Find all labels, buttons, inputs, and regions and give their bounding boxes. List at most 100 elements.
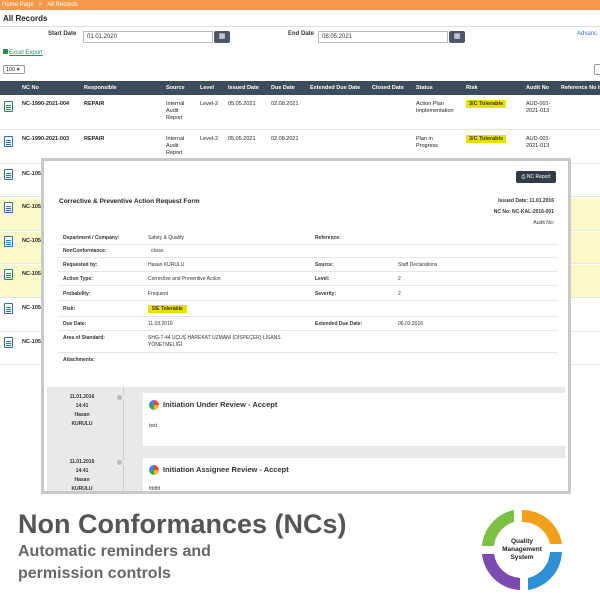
timeline-heading: Initiation Under Review - Accept — [163, 400, 278, 409]
form-row: Action Type: Corrective and Preventive A… — [58, 273, 558, 286]
end-date-label: End Date — [288, 31, 315, 37]
col-audit[interactable]: Audit No — [526, 81, 549, 95]
col-risk[interactable]: Risk — [466, 81, 478, 95]
timeline-heading: Initiation Assignee Review - Accept — [163, 465, 289, 474]
form-row: Probability: Frequent Severity: 2 — [58, 288, 558, 301]
issued-date: 05.05.2021 — [228, 101, 256, 107]
col-reference[interactable]: Reference No In — [561, 81, 600, 95]
logo-text-system: System — [510, 554, 533, 561]
timeline-dot — [115, 458, 124, 467]
breadcrumb: Home Page > All Records — [0, 0, 600, 10]
form-row: Requested by: Hasan KURULU Source: Staff… — [58, 259, 558, 272]
nc-no[interactable]: NC-105 — [22, 339, 41, 346]
field-value: 11.03.2016 — [148, 321, 173, 327]
printer-icon: ⎙ — [521, 174, 526, 180]
table-row[interactable]: NC-1990-2021-004 REPAIR Internal Audit R… — [0, 96, 600, 130]
document-icon[interactable] — [4, 269, 13, 280]
breadcrumb-home-link[interactable]: Home Page — [2, 2, 34, 8]
document-icon[interactable] — [4, 236, 13, 247]
timeline-body: fddfd — [149, 486, 161, 492]
field-label: Level: — [315, 276, 330, 282]
timeline-time: 14:41 — [75, 403, 89, 409]
timeline-user-first: Hasan — [74, 477, 90, 483]
nc-no[interactable]: NC-105 — [22, 171, 41, 178]
col-responsible[interactable]: Responsible — [84, 81, 117, 95]
promo-subtitle-line1: Automatic reminders and — [18, 543, 211, 560]
timeline-body: test — [149, 423, 158, 429]
nc-no[interactable]: NC-1990-2021-004 — [22, 101, 69, 108]
issued-date: 05.05.2021 — [228, 136, 256, 142]
field-label: Source: — [315, 262, 334, 268]
excel-icon — [3, 49, 8, 54]
audit-no[interactable]: AUD-001-2021-013 — [526, 136, 558, 150]
status-icon — [149, 400, 159, 410]
col-nc-no[interactable]: NC No — [22, 81, 39, 95]
breadcrumb-current: All Records — [47, 2, 78, 8]
chevron-down-icon: ▾ — [16, 67, 20, 73]
form-row: NonConformance: cksss — [58, 245, 558, 258]
level: Level-2 — [200, 136, 219, 142]
field-label: Requested by: — [63, 262, 98, 268]
column-toggle-button[interactable] — [594, 64, 600, 75]
timeline-date: 11.01.2016 14:41 Hasan KURULU — [57, 393, 107, 429]
document-icon[interactable] — [4, 169, 13, 180]
due-date: 02.08.2021 — [271, 136, 299, 142]
nc-no[interactable]: NC-105 — [22, 204, 41, 211]
field-label: Department / Company: — [63, 235, 120, 241]
audit-no-info: Audit No: — [533, 220, 554, 226]
col-issued[interactable]: Issued Date — [228, 81, 259, 95]
nc-no[interactable]: NC-1990-2021-003 — [22, 136, 69, 143]
field-value: SHG-T-44 UÇUŞ HAREKAT UZMANI (DİSPEÇER) … — [148, 335, 281, 341]
document-icon[interactable] — [4, 337, 13, 348]
field-value: cksss — [151, 248, 164, 254]
document-icon[interactable] — [4, 303, 13, 314]
col-closed[interactable]: Closed Date — [372, 81, 404, 95]
capa-form: ⎙ NC Report Corrective & Preventive Acti… — [44, 161, 568, 383]
start-calendar-button[interactable]: ▦ — [214, 31, 230, 43]
col-extended[interactable]: Extended Due Date — [310, 81, 360, 95]
nc-no[interactable]: NC-105 — [22, 305, 41, 312]
timeline-dot — [115, 393, 124, 402]
source: Internal Audit Report — [166, 136, 185, 156]
document-icon[interactable] — [4, 136, 13, 147]
col-source[interactable]: Source — [166, 81, 185, 95]
responsible: REPAIR — [84, 136, 105, 142]
form-row: Department / Company: Safety & Quality R… — [58, 232, 558, 245]
status-icon — [149, 465, 159, 475]
document-icon[interactable] — [4, 101, 13, 112]
status: Plan in Progress — [416, 136, 439, 149]
col-level[interactable]: Level — [200, 81, 214, 95]
document-icon[interactable] — [4, 202, 13, 213]
col-due[interactable]: Due Date — [271, 81, 295, 95]
field-value: 2 — [398, 276, 401, 282]
level: Level-2 — [200, 101, 219, 107]
timeline-date-text: 11.01.2016 — [69, 459, 95, 465]
excel-export-link[interactable]: Excel Export — [3, 49, 43, 56]
timeline-date: 11.01.2016 14:41 Hasan KURULU — [57, 458, 107, 491]
end-date-input[interactable]: 08.05.2021 — [318, 31, 448, 43]
end-calendar-button[interactable]: ▦ — [449, 31, 465, 43]
field-label: Reference: — [315, 235, 341, 241]
field-value: Staff Declarations — [398, 262, 438, 268]
source: Internal Audit Report — [166, 101, 185, 121]
history-timeline: 11.01.2016 14:41 Hasan KURULU Initiation… — [47, 387, 567, 492]
nc-no[interactable]: NC-105 — [22, 271, 41, 278]
nc-report-button[interactable]: ⎙ NC Report — [516, 171, 556, 183]
col-status[interactable]: Status — [416, 81, 433, 95]
nc-report-label: NC Report — [526, 174, 551, 180]
due-date: 02.08.2021 — [271, 101, 299, 107]
calendar-icon: ▦ — [453, 33, 461, 40]
nc-no-info: NC No: NC-KAL-2016-001 — [493, 209, 554, 215]
start-date-input[interactable]: 01.01.2020 — [83, 31, 213, 43]
audit-no[interactable]: AUD-001-2021-013 — [526, 101, 558, 115]
timeline-user-last: KURULU — [71, 421, 93, 427]
page-size-select[interactable]: 100 ▾ — [3, 65, 25, 74]
timeline-line — [123, 387, 124, 491]
advanced-search-link[interactable]: Advanc — [577, 31, 597, 37]
breadcrumb-separator: > — [38, 2, 43, 8]
nc-detail-panel: ⎙ NC Report Corrective & Preventive Acti… — [41, 158, 571, 494]
form-row: Attachments: — [58, 354, 558, 367]
nc-no[interactable]: NC-105 — [22, 238, 41, 245]
page-size-value: 100 — [6, 67, 16, 73]
field-label: Attachments: — [63, 357, 95, 363]
